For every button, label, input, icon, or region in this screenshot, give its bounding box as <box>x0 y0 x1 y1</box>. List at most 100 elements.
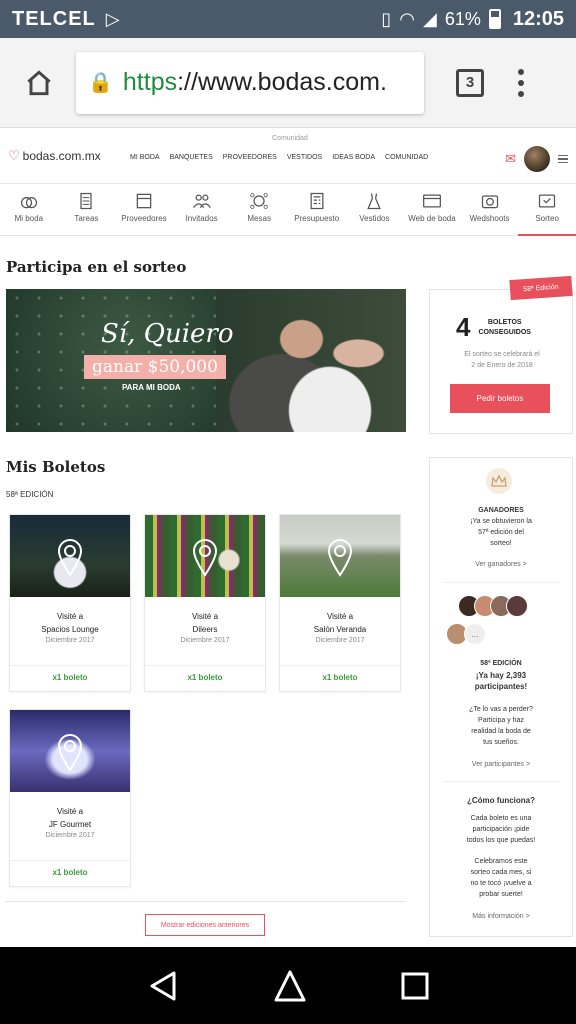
ticket-icon <box>539 194 556 208</box>
ticket-venue: Visité a Salón Veranda <box>313 612 367 634</box>
tickets-count: 4 BOLETOS CONSEGUIDOS <box>456 312 531 343</box>
divider <box>443 582 559 583</box>
checklist-icon <box>80 192 93 210</box>
banner-title: Sí, Quiero <box>101 319 234 349</box>
mail-icon[interactable]: ✉ <box>505 151 516 167</box>
participant-avatar <box>506 595 528 617</box>
tool-mesas[interactable]: Mesas <box>230 184 288 235</box>
url-text: ://www.bodas.com. <box>177 68 387 96</box>
banner-prize: ganar $50,000 <box>84 355 226 379</box>
home-button[interactable] <box>14 58 64 108</box>
location-pin-icon <box>327 539 353 577</box>
ticket-date: Diciembre 2017 <box>45 637 95 644</box>
signal-icon: ◢ <box>422 8 437 29</box>
url-scheme: https <box>122 68 178 96</box>
show-previous-editions-button[interactable]: Mostrar ediciones anteriores <box>145 914 265 936</box>
banner-couple-photo <box>216 289 406 432</box>
vibrate-icon: ▯ <box>381 8 392 29</box>
winners-title: GANADORES <box>478 507 524 514</box>
budget-icon <box>310 192 324 210</box>
ticket-date: Diciembre 2017 <box>45 832 95 839</box>
crown-icon <box>486 468 512 494</box>
lock-icon: 🔒 <box>88 72 113 94</box>
sorteo-heading: Participa en el sorteo <box>6 258 187 276</box>
planner-tools-nav: Mi boda Tareas Proveedores Invitados Mes… <box>0 184 576 236</box>
ticket-venue: Visité a JF Gourmet <box>48 807 92 829</box>
nav-mi-boda[interactable]: MI BODA <box>130 154 160 161</box>
header-actions: ✉ <box>505 146 568 172</box>
tool-presupuesto[interactable]: Presupuesto <box>288 184 346 235</box>
nav-vestidos[interactable]: VESTIDOS <box>287 154 322 161</box>
ticket-count: x1 boleto <box>280 665 400 682</box>
nav-banquetes[interactable]: BANQUETES <box>170 154 213 161</box>
vendors-icon <box>136 193 152 209</box>
ticket-venue: Visité a Dileers <box>191 612 219 634</box>
carrier-name: TELCEL <box>12 7 96 30</box>
tool-vestidos[interactable]: Vestidos <box>346 184 404 235</box>
tool-mi-boda[interactable]: Mi boda <box>0 184 58 235</box>
sorteo-date: El sorteo se celebrará el 2 de Enero de 2… <box>464 351 540 369</box>
ticket-card[interactable]: Visité a Salón Veranda Diciembre 2017 x1 … <box>279 514 401 692</box>
ticket-count: x1 boleto <box>10 665 130 682</box>
ticket-date: Diciembre 2017 <box>180 637 230 644</box>
banner-subtitle: PARA MI BODA <box>122 383 181 392</box>
how-it-works-text-2: Celebramos este sorteo cada mes, si no te … <box>470 858 532 898</box>
url-bar[interactable]: 🔒 https://www.bodas.com. <box>76 51 424 114</box>
recents-icon[interactable] <box>400 971 430 1001</box>
home-circle-icon[interactable] <box>273 969 307 1003</box>
tickets-count-label: BOLETOS CONSEGUIDOS <box>478 318 531 336</box>
ticket-card[interactable]: Visité a Spacios Lounge Diciembre 2017 x1… <box>9 514 131 692</box>
ticket-card[interactable]: Visité a Dileers Diciembre 2017 x1 boleto <box>144 514 266 692</box>
participants-avatars: ... <box>446 595 556 650</box>
top-community-link[interactable]: Comunidad <box>272 135 308 142</box>
edition-label: 58ª EDICIÓN <box>6 490 54 499</box>
battery-icon <box>488 9 501 29</box>
hamburger-icon[interactable] <box>558 154 568 164</box>
browser-menu-button[interactable] <box>518 68 524 97</box>
status-bar: TELCEL ▷ ▯ ◠ ◢ 61% 12:05 <box>0 0 576 38</box>
wifi-icon: ◠ <box>399 8 415 29</box>
tool-web-de-boda[interactable]: Web de boda <box>403 184 461 235</box>
website-icon <box>422 194 441 208</box>
how-it-works-title: ¿Cómo funciona? <box>467 796 535 805</box>
location-pin-icon <box>192 539 218 577</box>
dress-icon <box>367 193 382 210</box>
ticket-date: Diciembre 2017 <box>315 637 365 644</box>
camera-icon <box>481 195 498 209</box>
browser-toolbar: 🔒 https://www.bodas.com. 3 <box>0 38 576 128</box>
main-nav: MI BODA BANQUETES PROVEEDORES VESTIDOS I… <box>130 154 428 161</box>
location-pin-icon <box>57 734 83 772</box>
clock: 12:05 <box>512 7 564 30</box>
ticket-card[interactable]: Visité a JF Gourmet Diciembre 2017 x1 bol… <box>9 709 131 887</box>
site-header: Comunidad ♡ bodas.com.mx MI BODA BANQUET… <box>0 128 576 184</box>
ver-ganadores-link[interactable]: Ver ganadores > <box>436 559 566 570</box>
guests-icon <box>192 194 211 209</box>
tab-switcher-button[interactable]: 3 <box>456 68 484 97</box>
tool-proveedores[interactable]: Proveedores <box>115 184 173 235</box>
site-logo[interactable]: ♡ bodas.com.mx <box>8 148 101 164</box>
tool-invitados[interactable]: Invitados <box>173 184 231 235</box>
tool-wedshoots[interactable]: Wedshoots <box>461 184 519 235</box>
sidebar-edition: 58ª EDICIÓN <box>480 660 522 667</box>
more-participants-badge: ... <box>464 623 486 645</box>
sorteo-banner[interactable]: Sí, Quiero ganar $50,000 PARA MI BODA <box>6 289 406 432</box>
nav-ideas-boda[interactable]: IDEAS BODA <box>332 154 375 161</box>
mas-informacion-link[interactable]: Más información > <box>436 911 566 922</box>
tables-icon <box>250 193 268 209</box>
logo-text: bodas.com.mx <box>22 149 101 163</box>
tool-tareas[interactable]: Tareas <box>58 184 116 235</box>
nav-comunidad[interactable]: COMUNIDAD <box>385 154 428 161</box>
nav-proveedores[interactable]: PROVEEDORES <box>223 154 277 161</box>
participants-count: ¡Ya hay 2,393 participantes! <box>474 671 528 691</box>
rings-icon <box>20 197 37 209</box>
ver-participantes-link[interactable]: Ver participantes > <box>436 759 566 770</box>
status-icons: ▯ ◠ ◢ 61% 12:05 <box>381 8 564 31</box>
data-saver-icon: ▷ <box>105 8 120 29</box>
avatar[interactable] <box>524 146 550 172</box>
back-icon[interactable] <box>146 969 180 1003</box>
pedir-boletos-button[interactable]: Pedir boletos <box>450 384 550 413</box>
tool-sorteo[interactable]: Sorteo <box>518 184 576 236</box>
winners-text: ¡Ya se obtuvieron la 57ª edición del sorte… <box>470 518 532 547</box>
ticket-count: x1 boleto <box>145 665 265 682</box>
ticket-count: x1 boleto <box>10 860 130 877</box>
